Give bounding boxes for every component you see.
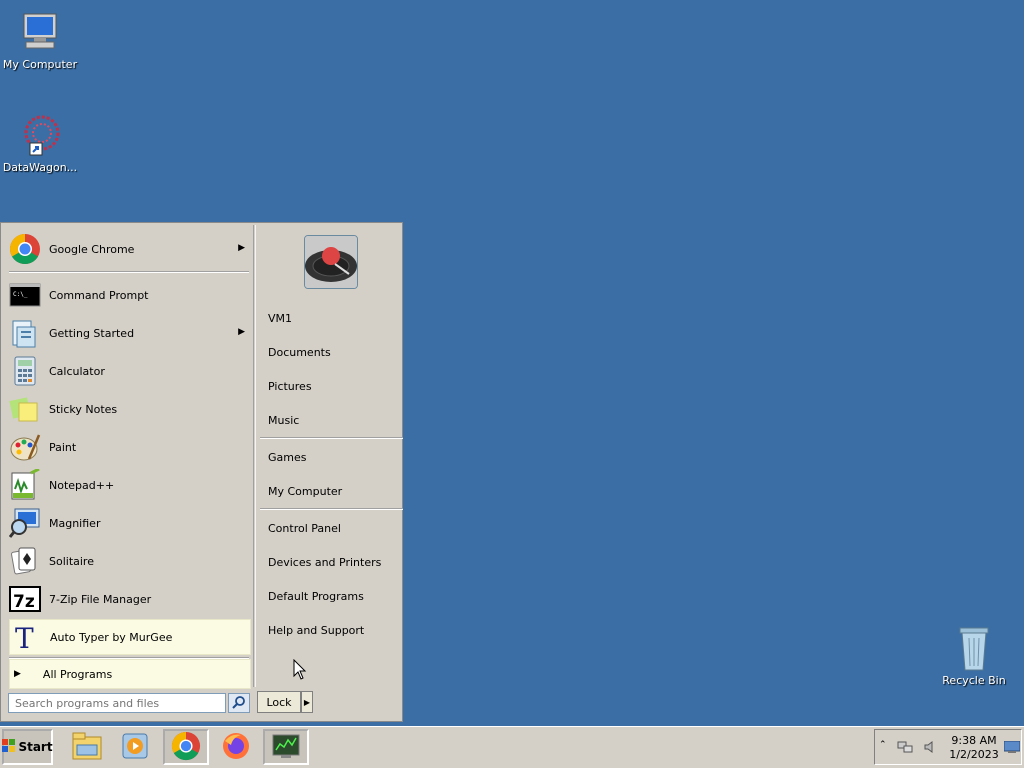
place-devices-printers[interactable]: Devices and Printers: [268, 556, 381, 569]
program-google-chrome[interactable]: Google Chrome ▶: [9, 231, 251, 267]
chrome-icon: [171, 731, 201, 764]
taskbar-file-explorer[interactable]: [64, 729, 110, 765]
desktop-icon-my-computer[interactable]: My Computer: [0, 8, 80, 71]
firefox-icon: [221, 731, 251, 764]
lock-label: Lock: [266, 695, 292, 709]
program-sticky-notes[interactable]: Sticky Notes: [9, 391, 251, 427]
command-prompt-icon: C:\_: [9, 279, 41, 311]
lock-button[interactable]: Lock: [257, 691, 301, 713]
file-explorer-icon: [71, 731, 103, 764]
program-getting-started[interactable]: Getting Started ▶: [9, 315, 251, 351]
solitaire-icon: [9, 545, 41, 577]
submenu-arrow-icon: ▶: [238, 327, 245, 337]
all-programs-button[interactable]: ▶ All Programs: [9, 659, 251, 689]
place-control-panel[interactable]: Control Panel: [268, 522, 341, 535]
start-button[interactable]: Start: [2, 729, 53, 765]
program-label: 7-Zip File Manager: [49, 592, 152, 606]
menu-separator: [9, 271, 249, 273]
svg-text:7z: 7z: [13, 592, 35, 612]
recycle-bin-icon: [950, 624, 998, 672]
submenu-arrow-icon: ▶: [14, 669, 21, 679]
program-notepadpp[interactable]: Notepad++: [9, 467, 251, 503]
taskbar-firefox[interactable]: [213, 729, 259, 765]
chevron-right-icon: ▶: [303, 697, 311, 707]
program-label: Sticky Notes: [49, 402, 118, 416]
paint-icon: [9, 431, 41, 463]
desktop-icon-recycle-bin[interactable]: Recycle Bin: [934, 624, 1014, 687]
computer-icon: [16, 8, 64, 56]
notepadpp-icon: [9, 469, 41, 501]
program-label: Auto Typer by MurGee: [50, 630, 173, 644]
svg-text:T: T: [15, 622, 34, 653]
program-label: Solitaire: [49, 554, 94, 568]
desktop-icon-label: DataWagon...: [2, 161, 78, 174]
program-solitaire[interactable]: Solitaire: [9, 543, 251, 579]
place-default-programs[interactable]: Default Programs: [268, 590, 364, 603]
auto-typer-icon: T: [10, 621, 42, 653]
submenu-arrow-icon: ▶: [238, 243, 245, 253]
desktop-icon-datawagon[interactable]: DataWagon...: [0, 111, 80, 174]
task-manager-icon: [271, 732, 301, 763]
start-menu-bottom-bar: Lock ▶: [3, 687, 400, 719]
program-label: Google Chrome: [49, 242, 135, 256]
start-menu: Google Chrome ▶ C:\_ Command Prompt Gett…: [0, 222, 403, 722]
user-picture[interactable]: [304, 235, 358, 289]
pane-divider: [253, 225, 254, 687]
program-command-prompt[interactable]: C:\_ Command Prompt: [9, 277, 251, 313]
lock-options-button[interactable]: ▶: [301, 691, 313, 713]
clock-time: 9:38 AM: [951, 734, 997, 747]
place-documents[interactable]: Documents: [268, 346, 331, 359]
program-label: Command Prompt: [49, 288, 149, 302]
network-icon[interactable]: [897, 740, 913, 757]
volume-icon[interactable]: [923, 740, 937, 757]
start-menu-programs-pane: Google Chrome ▶ C:\_ Command Prompt Gett…: [3, 225, 253, 689]
search-icon: [232, 695, 246, 712]
clock[interactable]: 9:38 AM 1/2/2023: [949, 734, 999, 762]
taskbar: Start ⌃ 9:38 AM 1/2/2023: [0, 726, 1024, 768]
calculator-icon: [9, 355, 41, 387]
program-paint[interactable]: Paint: [9, 429, 251, 465]
search-input[interactable]: [8, 693, 226, 713]
menu-separator: [260, 437, 403, 439]
search-button[interactable]: [228, 693, 250, 713]
program-label: Getting Started: [49, 326, 135, 340]
start-menu-places-pane: VM1 Documents Pictures Music Games My Co…: [255, 225, 403, 687]
start-label: Start: [18, 740, 53, 754]
place-vm1[interactable]: VM1: [268, 312, 292, 325]
taskbar-media-player[interactable]: [112, 729, 158, 765]
place-my-computer[interactable]: My Computer: [268, 485, 342, 498]
magnifier-icon: [9, 507, 41, 539]
place-games[interactable]: Games: [268, 451, 306, 464]
taskbar-task-manager[interactable]: [263, 729, 309, 765]
program-label: Paint: [49, 440, 77, 454]
media-player-icon: [120, 731, 150, 764]
program-label: Calculator: [49, 364, 105, 378]
show-hidden-icons-icon[interactable]: ⌃: [879, 740, 887, 750]
program-label: Notepad++: [49, 478, 115, 492]
windows-logo-icon: [2, 738, 16, 756]
program-label: Magnifier: [49, 516, 101, 530]
place-help-support[interactable]: Help and Support: [268, 624, 364, 637]
getting-started-icon: [9, 317, 41, 349]
program-magnifier[interactable]: Magnifier: [9, 505, 251, 541]
system-tray: ⌃ 9:38 AM 1/2/2023: [874, 729, 1022, 765]
show-desktop-icon[interactable]: [1003, 740, 1021, 756]
datawagon-icon: [16, 111, 64, 159]
place-pictures[interactable]: Pictures: [268, 380, 312, 393]
taskbar-chrome[interactable]: [163, 729, 209, 765]
7zip-icon: 7z: [9, 583, 41, 615]
program-7zip[interactable]: 7z 7-Zip File Manager: [9, 581, 251, 617]
mouse-cursor-icon: [293, 658, 307, 684]
program-calculator[interactable]: Calculator: [9, 353, 251, 389]
svg-text:C:\_: C:\_: [13, 291, 28, 298]
program-auto-typer[interactable]: T Auto Typer by MurGee: [9, 619, 251, 655]
place-music[interactable]: Music: [268, 414, 299, 427]
desktop-icon-label: Recycle Bin: [942, 674, 1006, 687]
desktop-icon-label: My Computer: [2, 58, 78, 71]
all-programs-label: All Programs: [42, 667, 113, 681]
menu-separator: [260, 508, 403, 510]
sticky-notes-icon: [9, 393, 41, 425]
clock-date: 1/2/2023: [949, 748, 999, 761]
chrome-icon: [9, 233, 41, 265]
